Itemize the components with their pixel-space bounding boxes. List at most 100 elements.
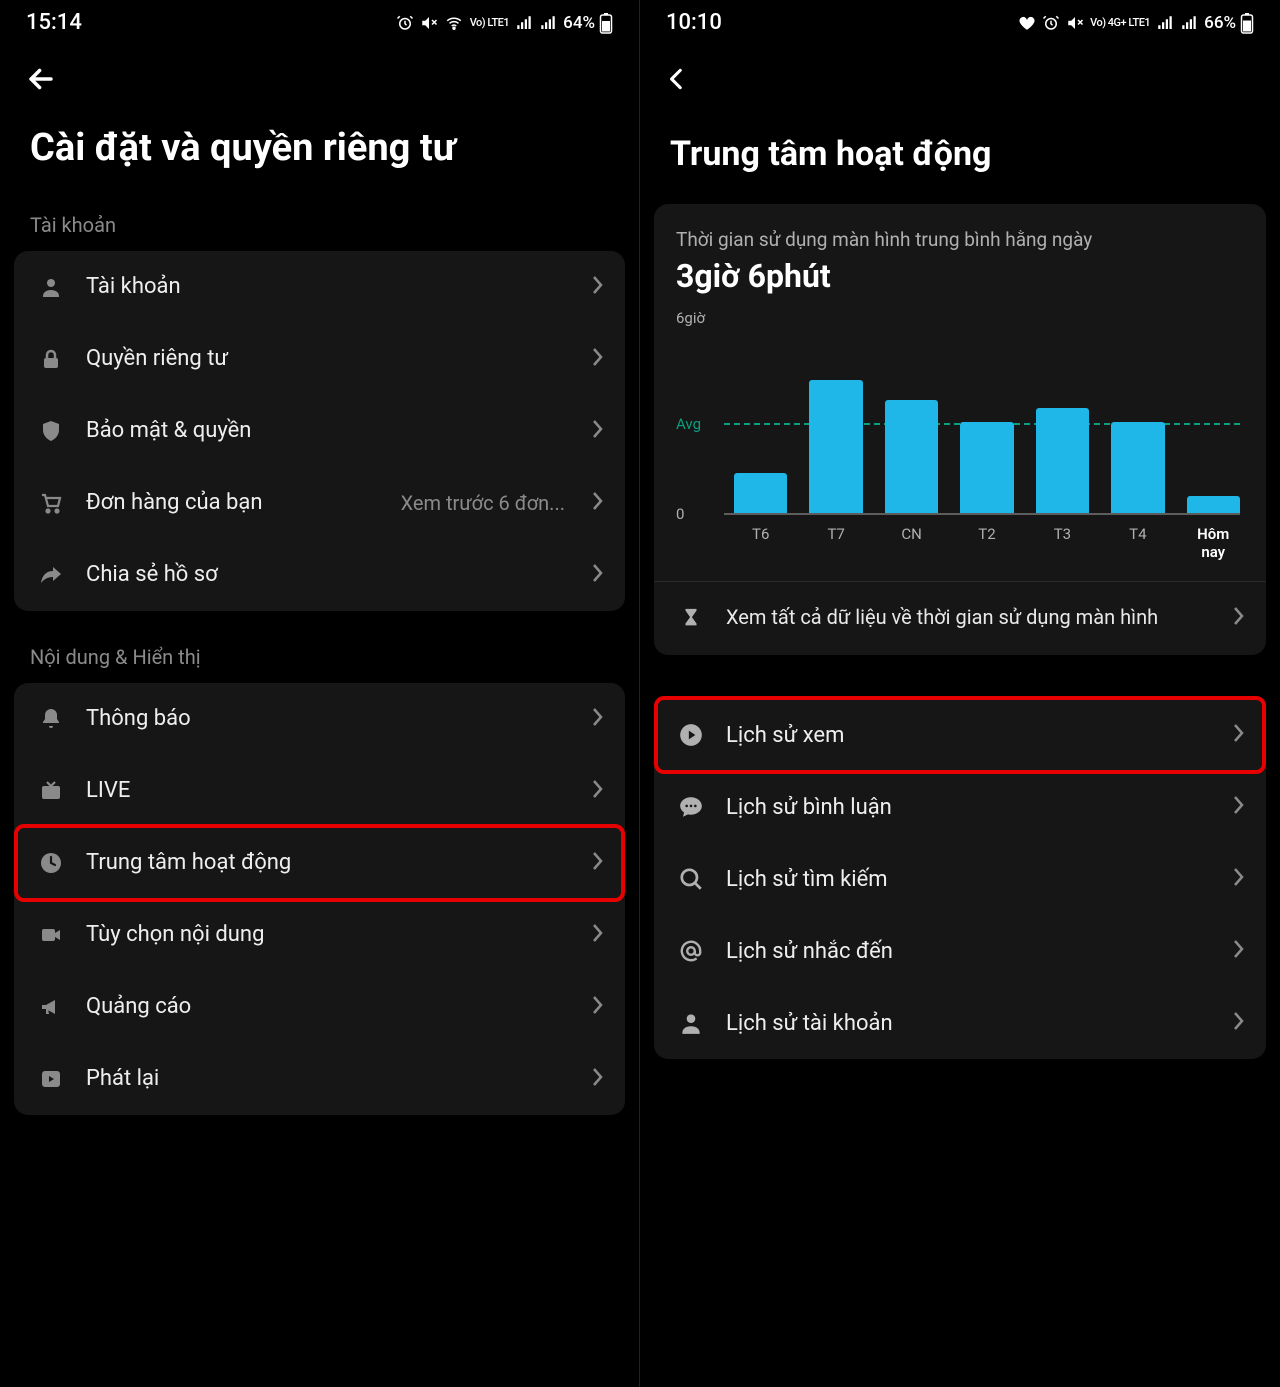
status-time: 15:14 — [26, 10, 82, 35]
chart-xlabel: T6 — [734, 525, 787, 561]
page-title: Trung tâm hoạt động — [640, 105, 1280, 204]
clock-icon — [36, 851, 66, 875]
chart-bar — [734, 473, 787, 513]
cart-icon — [36, 491, 66, 515]
list-item-label: Lịch sử tài khoản — [726, 1011, 1212, 1036]
chevron-right-icon — [591, 491, 603, 515]
chart-bar — [960, 422, 1013, 513]
list-item-label: Lịch sử nhắc đến — [726, 939, 1212, 964]
section-account-label: Tài khoản — [0, 201, 639, 251]
chevron-right-icon — [591, 347, 603, 371]
at-icon — [676, 938, 706, 964]
chart-xlabel: T2 — [960, 525, 1013, 561]
chevron-right-icon — [591, 275, 603, 299]
status-icons: Vo) LTE1 64% — [396, 12, 613, 34]
chevron-right-icon — [591, 995, 603, 1019]
chart-xlabel: T3 — [1036, 525, 1089, 561]
chart-baseline — [724, 513, 1240, 515]
back-button[interactable] — [664, 59, 704, 99]
shield-icon — [36, 419, 66, 443]
status-bar: 10:10 Vo) 4G+ LTE1 66% — [640, 0, 1280, 41]
battery-indicator: 66% — [1204, 12, 1254, 34]
bell-icon — [36, 707, 66, 731]
screen-activity-center: 10:10 Vo) 4G+ LTE1 66% Trung tâm hoạt độ… — [640, 0, 1280, 1387]
chevron-right-icon — [1232, 795, 1244, 819]
item-share-profile[interactable]: Chia sẻ hồ sơ — [14, 539, 625, 611]
screentime-subtitle: Thời gian sử dụng màn hình trung bình hằ… — [676, 228, 1244, 251]
hourglass-icon — [676, 607, 706, 629]
play-icon — [36, 1067, 66, 1091]
view-all-screentime[interactable]: Xem tất cả dữ liệu về thời gian sử dụng … — [676, 582, 1244, 655]
orders-hint: Xem trước 6 đơn... — [401, 491, 565, 515]
chevron-right-icon — [1232, 867, 1244, 891]
chart-bar — [1187, 496, 1240, 513]
megaphone-icon — [36, 995, 66, 1019]
heart-icon — [1018, 14, 1036, 32]
battery-icon — [1240, 12, 1254, 34]
chart-bar — [1036, 408, 1089, 513]
chevron-right-icon — [591, 923, 603, 947]
arrow-left-icon — [24, 62, 58, 96]
item-privacy[interactable]: Quyền riêng tư — [14, 323, 625, 395]
list-item-label: Trung tâm hoạt động — [86, 850, 571, 875]
item-activity-center[interactable]: Trung tâm hoạt động — [14, 827, 625, 899]
item-account[interactable]: Tài khoản — [14, 251, 625, 323]
list-item-label: Chia sẻ hồ sơ — [86, 562, 571, 587]
content-display-section: Thông báo LIVE Trung tâm hoạt động Tùy c… — [14, 683, 625, 1115]
mute-icon — [1066, 14, 1084, 32]
chart-bars — [724, 343, 1240, 513]
chart-xlabels: T6T7CNT2T3T4Hôm nay — [734, 525, 1240, 581]
list-item-label: Bảo mật & quyền — [86, 418, 571, 443]
list-item-label: Quyền riêng tư — [86, 346, 571, 371]
chevron-right-icon — [591, 419, 603, 443]
chart-xlabel: Hôm nay — [1187, 525, 1240, 561]
chevron-right-icon — [591, 707, 603, 731]
item-orders[interactable]: Đơn hàng của bạn Xem trước 6 đơn... — [14, 467, 625, 539]
chevron-right-icon — [591, 563, 603, 587]
status-bar: 15:14 Vo) LTE1 64% — [0, 0, 639, 41]
item-ads[interactable]: Quảng cáo — [14, 971, 625, 1043]
item-security[interactable]: Bảo mật & quyền — [14, 395, 625, 467]
list-item-label: Tài khoản — [86, 274, 571, 299]
list-item-label: Tùy chọn nội dung — [86, 922, 571, 947]
chevron-right-icon — [591, 851, 603, 875]
page-title: Cài đặt và quyền riêng tư — [0, 105, 639, 201]
list-item-label: Lịch sử bình luận — [726, 795, 1212, 820]
chevron-right-icon — [1232, 1011, 1244, 1035]
chevron-right-icon — [591, 1067, 603, 1091]
list-item-label: Lịch sử xem — [726, 723, 1212, 748]
list-item-label: Lịch sử tìm kiếm — [726, 867, 1212, 892]
list-item-label: Thông báo — [86, 706, 571, 731]
lock-icon — [36, 347, 66, 371]
chevron-left-icon — [664, 64, 690, 94]
chevron-right-icon — [1232, 723, 1244, 747]
item-search-history[interactable]: Lịch sử tìm kiếm — [654, 843, 1266, 915]
signal-icon-2 — [539, 14, 557, 32]
item-content-pref[interactable]: Tùy chọn nội dung — [14, 899, 625, 971]
chart-avg-label: Avg — [676, 415, 701, 433]
item-mention-history[interactable]: Lịch sử nhắc đến — [654, 915, 1266, 987]
video-icon — [36, 923, 66, 947]
item-watch-history[interactable]: Lịch sử xem — [654, 699, 1266, 771]
item-account-history[interactable]: Lịch sử tài khoản — [654, 987, 1266, 1059]
battery-icon — [599, 12, 613, 34]
chat-icon — [676, 794, 706, 820]
screentime-chart: 6giờ 0 Avg — [724, 315, 1240, 515]
alarm-icon — [396, 14, 414, 32]
history-section: Lịch sử xem Lịch sử bình luận Lịch sử tì… — [654, 699, 1266, 1059]
item-comment-history[interactable]: Lịch sử bình luận — [654, 771, 1266, 843]
play-circle-icon — [676, 722, 706, 748]
back-button[interactable] — [24, 59, 64, 99]
chart-ylabel-top: 6giờ — [676, 309, 705, 327]
status-time: 10:10 — [666, 10, 722, 35]
chart-xlabel: CN — [885, 525, 938, 561]
item-notifications[interactable]: Thông báo — [14, 683, 625, 755]
item-playback[interactable]: Phát lại — [14, 1043, 625, 1115]
search-icon — [676, 866, 706, 892]
network-label: Vo) LTE1 — [470, 16, 509, 29]
item-live[interactable]: LIVE — [14, 755, 625, 827]
chart-bar — [809, 380, 862, 513]
screen-settings: 15:14 Vo) LTE1 64% Cài đặt và quyền riên… — [0, 0, 640, 1387]
list-item-label: Quảng cáo — [86, 994, 571, 1019]
chart-xlabel: T7 — [809, 525, 862, 561]
